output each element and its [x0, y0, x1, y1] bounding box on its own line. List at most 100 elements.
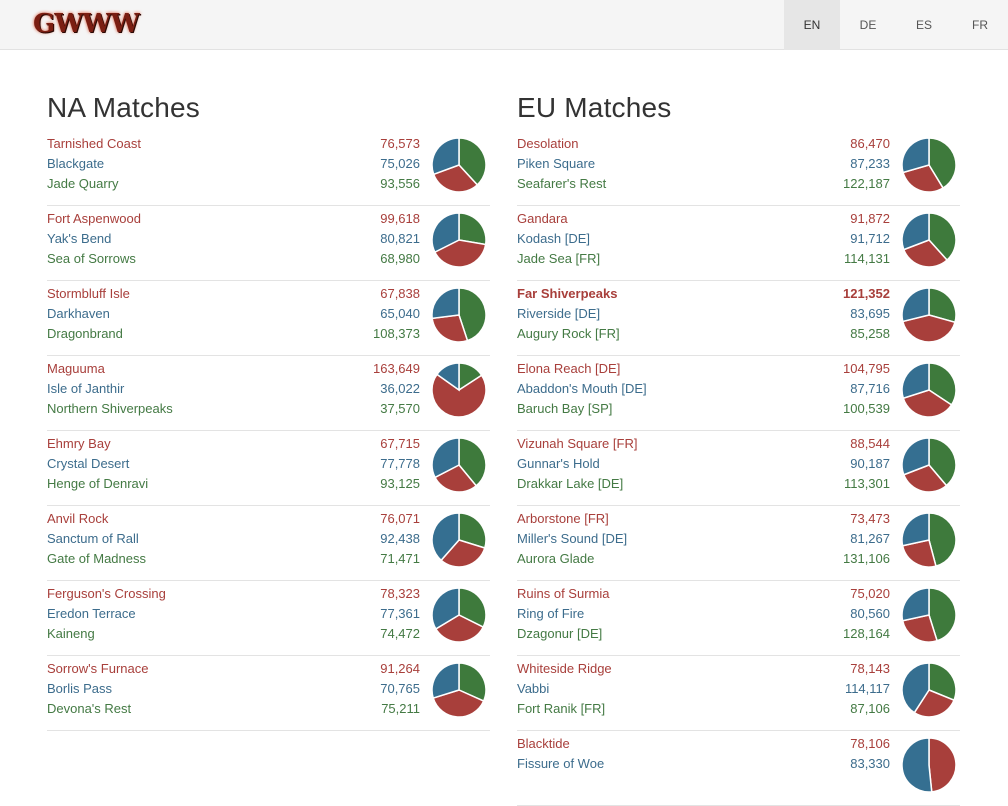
- world-name[interactable]: Ring of Fire: [517, 604, 584, 624]
- world-name[interactable]: Vizunah Square [FR]: [517, 434, 637, 454]
- world-name[interactable]: Borlis Pass: [47, 679, 112, 699]
- team-green[interactable]: Jade Sea [FR] 114,131: [517, 249, 890, 269]
- team-blue[interactable]: Fissure of Woe 83,330: [517, 754, 890, 774]
- world-name[interactable]: Aurora Glade: [517, 549, 594, 569]
- team-blue[interactable]: Crystal Desert 77,778: [47, 454, 420, 474]
- world-name[interactable]: Gunnar's Hold: [517, 454, 600, 474]
- team-blue[interactable]: Eredon Terrace 77,361: [47, 604, 420, 624]
- team-red[interactable]: Blacktide 78,106: [517, 734, 890, 754]
- team-red[interactable]: Ehmry Bay 67,715: [47, 434, 420, 454]
- world-name[interactable]: Gandara: [517, 209, 568, 229]
- world-name[interactable]: Isle of Janthir: [47, 379, 124, 399]
- world-name[interactable]: Crystal Desert: [47, 454, 129, 474]
- team-green[interactable]: Devona's Rest 75,211: [47, 699, 420, 719]
- team-green[interactable]: Dragonbrand 108,373: [47, 324, 420, 344]
- match-row[interactable]: Tarnished Coast 76,573 Blackgate 75,026 Jade…: [47, 131, 490, 206]
- team-green[interactable]: Aurora Glade 131,106: [517, 549, 890, 569]
- team-green[interactable]: [517, 774, 890, 794]
- team-blue[interactable]: Borlis Pass 70,765: [47, 679, 420, 699]
- team-red[interactable]: Tarnished Coast 76,573: [47, 134, 420, 154]
- world-name[interactable]: Sanctum of Rall: [47, 529, 139, 549]
- team-red[interactable]: Desolation 86,470: [517, 134, 890, 154]
- team-green[interactable]: Baruch Bay [SP] 100,539: [517, 399, 890, 419]
- match-row[interactable]: Vizunah Square [FR] 88,544 Gunnar's Hold 90…: [517, 431, 960, 506]
- team-blue[interactable]: Vabbi 114,117: [517, 679, 890, 699]
- world-name[interactable]: Kaineng: [47, 624, 95, 644]
- world-name[interactable]: Drakkar Lake [DE]: [517, 474, 623, 494]
- world-name[interactable]: Anvil Rock: [47, 509, 108, 529]
- world-name[interactable]: Elona Reach [DE]: [517, 359, 620, 379]
- team-red[interactable]: Ruins of Surmia 75,020: [517, 584, 890, 604]
- team-green[interactable]: Seafarer's Rest 122,187: [517, 174, 890, 194]
- match-row[interactable]: Elona Reach [DE] 104,795 Abaddon's Mouth […: [517, 356, 960, 431]
- team-red[interactable]: Anvil Rock 76,071: [47, 509, 420, 529]
- team-green[interactable]: Sea of Sorrows 68,980: [47, 249, 420, 269]
- world-name[interactable]: Henge of Denravi: [47, 474, 148, 494]
- team-blue[interactable]: Riverside [DE] 83,695: [517, 304, 890, 324]
- team-red[interactable]: Ferguson's Crossing 78,323: [47, 584, 420, 604]
- world-name[interactable]: Stormbluff Isle: [47, 284, 130, 304]
- world-name[interactable]: Fort Aspenwood: [47, 209, 141, 229]
- site-logo[interactable]: GWWW: [33, 9, 140, 39]
- match-row[interactable]: Stormbluff Isle 67,838 Darkhaven 65,040 Drag…: [47, 281, 490, 356]
- team-blue[interactable]: Sanctum of Rall 92,438: [47, 529, 420, 549]
- world-name[interactable]: Tarnished Coast: [47, 134, 141, 154]
- team-blue[interactable]: Ring of Fire 80,560: [517, 604, 890, 624]
- world-name[interactable]: Riverside [DE]: [517, 304, 600, 324]
- team-red[interactable]: Fort Aspenwood 99,618: [47, 209, 420, 229]
- world-name[interactable]: Ferguson's Crossing: [47, 584, 166, 604]
- team-red[interactable]: Stormbluff Isle 67,838: [47, 284, 420, 304]
- team-blue[interactable]: Darkhaven 65,040: [47, 304, 420, 324]
- lang-es-button[interactable]: ES: [896, 0, 952, 50]
- team-green[interactable]: Fort Ranik [FR] 87,106: [517, 699, 890, 719]
- world-name[interactable]: Kodash [DE]: [517, 229, 590, 249]
- team-red[interactable]: Sorrow's Furnace 91,264: [47, 659, 420, 679]
- world-name[interactable]: Gate of Madness: [47, 549, 146, 569]
- world-name[interactable]: Maguuma: [47, 359, 105, 379]
- lang-de-button[interactable]: DE: [840, 0, 896, 50]
- world-name[interactable]: Devona's Rest: [47, 699, 131, 719]
- team-red[interactable]: Arborstone [FR] 73,473: [517, 509, 890, 529]
- team-red[interactable]: Maguuma 163,649: [47, 359, 420, 379]
- team-blue[interactable]: Gunnar's Hold 90,187: [517, 454, 890, 474]
- world-name[interactable]: Dragonbrand: [47, 324, 123, 344]
- team-green[interactable]: Gate of Madness 71,471: [47, 549, 420, 569]
- match-row[interactable]: Fort Aspenwood 99,618 Yak's Bend 80,821 Sea …: [47, 206, 490, 281]
- match-row[interactable]: Arborstone [FR] 73,473 Miller's Sound [DE]…: [517, 506, 960, 581]
- team-red[interactable]: Whiteside Ridge 78,143: [517, 659, 890, 679]
- team-green[interactable]: Drakkar Lake [DE] 113,301: [517, 474, 890, 494]
- match-row[interactable]: Blacktide 78,106 Fissure of Woe 83,330: [517, 731, 960, 806]
- world-name[interactable]: Dzagonur [DE]: [517, 624, 602, 644]
- world-name[interactable]: Blacktide: [517, 734, 570, 754]
- team-blue[interactable]: Yak's Bend 80,821: [47, 229, 420, 249]
- match-row[interactable]: Ruins of Surmia 75,020 Ring of Fire 80,560 D…: [517, 581, 960, 656]
- world-name[interactable]: Desolation: [517, 134, 578, 154]
- world-name[interactable]: Sea of Sorrows: [47, 249, 136, 269]
- match-row[interactable]: Ferguson's Crossing 78,323 Eredon Terrace 7…: [47, 581, 490, 656]
- team-blue[interactable]: Piken Square 87,233: [517, 154, 890, 174]
- world-name[interactable]: Jade Quarry: [47, 174, 119, 194]
- world-name[interactable]: Seafarer's Rest: [517, 174, 606, 194]
- world-name[interactable]: Sorrow's Furnace: [47, 659, 148, 679]
- match-row[interactable]: Far Shiverpeaks 121,352 Riverside [DE] 83,6…: [517, 281, 960, 356]
- world-name[interactable]: Baruch Bay [SP]: [517, 399, 612, 419]
- world-name[interactable]: Eredon Terrace: [47, 604, 136, 624]
- team-red[interactable]: Elona Reach [DE] 104,795: [517, 359, 890, 379]
- team-green[interactable]: Henge of Denravi 93,125: [47, 474, 420, 494]
- match-row[interactable]: Anvil Rock 76,071 Sanctum of Rall 92,438 Gat…: [47, 506, 490, 581]
- team-blue[interactable]: Miller's Sound [DE] 81,267: [517, 529, 890, 549]
- world-name[interactable]: Fort Ranik [FR]: [517, 699, 605, 719]
- team-blue[interactable]: Kodash [DE] 91,712: [517, 229, 890, 249]
- team-green[interactable]: Augury Rock [FR] 85,258: [517, 324, 890, 344]
- team-green[interactable]: Jade Quarry 93,556: [47, 174, 420, 194]
- lang-fr-button[interactable]: FR: [952, 0, 1008, 50]
- team-blue[interactable]: Isle of Janthir 36,022: [47, 379, 420, 399]
- match-row[interactable]: Ehmry Bay 67,715 Crystal Desert 77,778 Henge…: [47, 431, 490, 506]
- team-blue[interactable]: Blackgate 75,026: [47, 154, 420, 174]
- team-red[interactable]: Vizunah Square [FR] 88,544: [517, 434, 890, 454]
- world-name[interactable]: Ehmry Bay: [47, 434, 111, 454]
- team-red[interactable]: Gandara 91,872: [517, 209, 890, 229]
- match-row[interactable]: Whiteside Ridge 78,143 Vabbi 114,117 Fort Ra…: [517, 656, 960, 731]
- world-name[interactable]: Piken Square: [517, 154, 595, 174]
- match-row[interactable]: Sorrow's Furnace 91,264 Borlis Pass 70,765 D…: [47, 656, 490, 731]
